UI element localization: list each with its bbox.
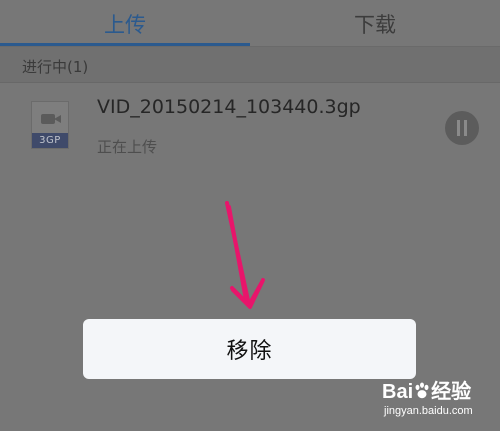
pause-button[interactable] <box>445 111 479 145</box>
watermark-brand-suffix: 经验 <box>431 381 472 403</box>
watermark-brand: Bai 经验 <box>382 375 471 404</box>
tab-upload[interactable]: 上传 <box>0 0 250 47</box>
camera-lens <box>54 115 61 123</box>
file-type-badge: 3GP <box>32 133 68 148</box>
in-progress-label: 进行中(1) <box>22 58 89 76</box>
pause-icon-bar <box>457 120 460 136</box>
baidu-jingyan-watermark: Bai 经验 jingyan.baidu.com <box>380 375 498 427</box>
video-file-icon: 3GP <box>31 101 69 149</box>
pause-icon-bar <box>464 120 467 136</box>
section-header: 进行中(1) <box>0 47 500 83</box>
remove-action-sheet[interactable]: 移除 <box>83 319 416 379</box>
file-name: VID_20150214_103440.3gp <box>97 96 361 118</box>
paw-logo-icon <box>415 382 429 399</box>
upload-list-item[interactable]: 3GP VID_20150214_103440.3gp 正在上传 <box>0 84 500 174</box>
tab-bar: 上传 下载 <box>0 0 500 47</box>
remove-option[interactable]: 移除 <box>226 333 272 365</box>
upload-status: 正在上传 <box>97 138 158 156</box>
camera-icon <box>41 114 55 124</box>
watermark-brand-prefix: Bai <box>382 381 414 403</box>
watermark-url: jingyan.baidu.com <box>384 405 473 417</box>
tab-download[interactable]: 下载 <box>250 0 500 47</box>
